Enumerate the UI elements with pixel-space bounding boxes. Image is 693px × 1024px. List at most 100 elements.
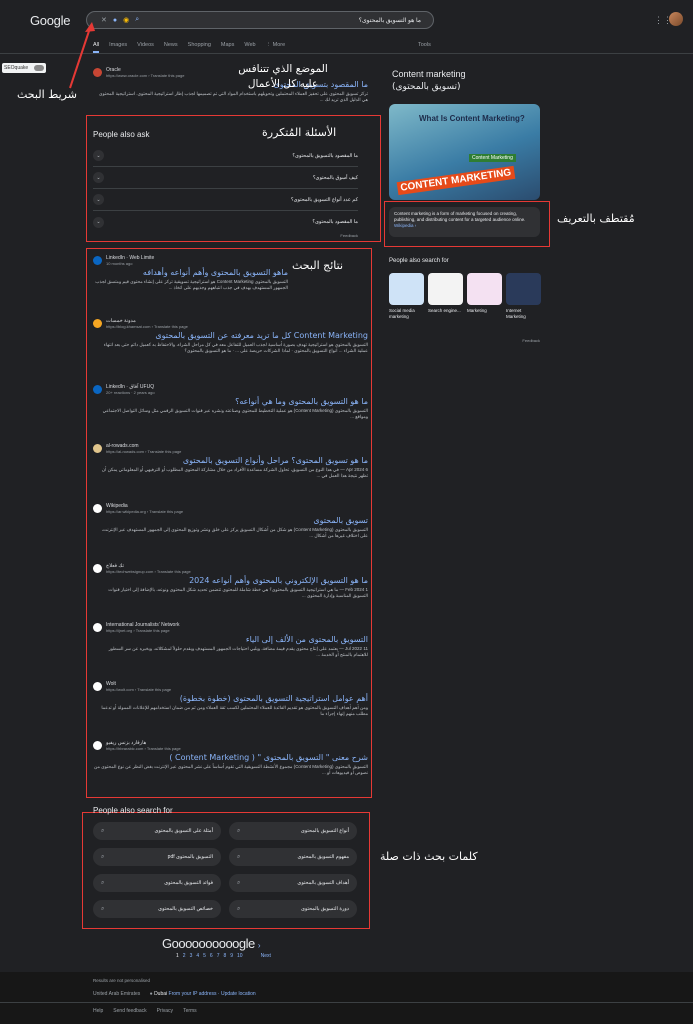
page-link[interactable]: 6 xyxy=(210,953,213,959)
pas-item[interactable]: Marketing xyxy=(467,273,502,320)
wikipedia-link[interactable]: Wikipedia › xyxy=(394,223,416,228)
paa-feedback[interactable]: Feedback xyxy=(93,233,358,238)
tab-images[interactable]: Images xyxy=(109,42,127,53)
result-url[interactable]: https://wolt.com › Translate this page xyxy=(106,687,171,692)
related-search-item[interactable]: مفهوم التسويق بالمحتوى ⌕ xyxy=(229,848,357,866)
result-title[interactable]: تسويق بالمحتوى xyxy=(93,516,368,525)
search-result: al-rowads.com https://al-rowads.com › Tra… xyxy=(93,443,368,479)
pas-item[interactable]: Internet Marketing xyxy=(506,273,541,320)
result-url[interactable]: 20+ reactions · 2 years ago xyxy=(106,390,155,395)
ijnet-favicon xyxy=(93,623,102,632)
chevron-right-icon[interactable]: › xyxy=(258,941,261,950)
tab-videos[interactable]: Videos xyxy=(137,42,154,53)
pagination-logo: Goooooooooogle › xyxy=(162,936,261,951)
related-search-item[interactable]: فوائد التسويق بالمحتوى ⌕ xyxy=(93,874,221,892)
result-url[interactable]: https://hbrarabic.com › Translate this p… xyxy=(106,746,181,751)
search-bar[interactable]: ✕ ● ◉ ⌕ ما هو التسويق بالمحتوى؟ xyxy=(86,11,434,29)
linkedin-favicon xyxy=(93,256,102,265)
page-1: 1 xyxy=(176,953,179,959)
result-url[interactable]: https://ijnet.org › Translate this page xyxy=(106,628,180,633)
result-title[interactable]: شرح معنى " التسويق بالمحتوى " ( Content … xyxy=(93,753,368,762)
result-snippet: 1 Feb 2024 — ما هي استراتيجية التسويق با… xyxy=(108,587,368,598)
chevron-down-icon[interactable]: ⌄ xyxy=(93,172,104,183)
annotation-search-bar: شريط البحث xyxy=(17,88,77,101)
related-search-item[interactable]: دورة التسويق بالمحتوى ⌕ xyxy=(229,900,357,918)
pas-item[interactable]: Search engine... xyxy=(428,273,463,320)
page-link[interactable]: 8 xyxy=(223,953,226,959)
page-link[interactable]: 2 xyxy=(183,953,186,959)
related-search-item[interactable]: أمثلة على التسويق بالمحتوى ⌕ xyxy=(93,822,221,840)
result-title[interactable]: ماهو التسويق بالمحتوى وأهم أنواعه وأهداف… xyxy=(93,268,288,277)
result-title[interactable]: التسويق بالمحتوى من الألف إلى الياء xyxy=(93,635,368,644)
chevron-down-icon[interactable]: ⌄ xyxy=(93,194,104,205)
tools-button[interactable]: Tools xyxy=(418,42,431,48)
page-link[interactable]: 4 xyxy=(196,953,199,959)
lens-icon[interactable]: ◉ xyxy=(123,16,129,24)
knowledge-panel-image[interactable]: What Is Content Marketing? Content Marke… xyxy=(389,104,540,200)
search-result: تك فعلاج https://techwebsignup.com › Tran… xyxy=(93,563,368,599)
result-snippet: التسويق بالمحتوى (Content Marketing) هو … xyxy=(102,408,368,419)
knowledge-panel-title: Content marketing (تسويق بالمحتوى) xyxy=(392,68,466,94)
help-link[interactable]: Help xyxy=(93,1008,103,1014)
seoquake-label: SEOquake xyxy=(4,65,29,71)
paa-question[interactable]: ما المقصود بالتسويق بالمحتوى؟ ⌄ xyxy=(93,145,358,167)
next-page-link[interactable]: Next xyxy=(261,953,271,959)
mic-icon[interactable]: ● xyxy=(113,17,117,24)
avatar[interactable] xyxy=(669,12,683,26)
search-result: مدونة خمسات https://blog.khamsat.com › Tr… xyxy=(93,318,368,354)
chevron-down-icon[interactable]: ⌄ xyxy=(93,150,104,161)
result-snippet: 11 Jul 2022 — يعتمد على إنتاج محتوى يقدم… xyxy=(108,646,368,657)
kp-feedback[interactable]: Feedback xyxy=(500,338,540,343)
wikipedia-favicon xyxy=(93,504,102,513)
search-icon: ⌕ xyxy=(237,879,241,886)
paa-question[interactable]: كم عدد أنواع التسويق بالمحتوى؟ ⌄ xyxy=(93,189,358,211)
chevron-down-icon[interactable]: ⌄ xyxy=(93,216,104,228)
result-snippet: التسويق بالمحتوى Content Marketing هو اس… xyxy=(95,279,288,290)
result-title[interactable]: ما هو تسويق المحتوى؟ مراحل وأنواع التسوي… xyxy=(93,456,368,465)
location-links[interactable]: From your IP address · Update location xyxy=(169,991,256,997)
kp-title-en: Content marketing xyxy=(392,69,466,79)
page-link[interactable]: 9 xyxy=(230,953,233,959)
result-url[interactable]: https://techwebsignup.com › Translate th… xyxy=(106,569,191,574)
search-icon: ⌕ xyxy=(101,879,105,886)
result-title[interactable]: Content Marketing كل ما تريد معرفته عن ا… xyxy=(93,331,368,340)
tab-more[interactable]: ⋮ More xyxy=(266,42,286,53)
result-title[interactable]: ما هو التسويق بالمحتوى وما هي أنواعه؟ xyxy=(93,397,368,406)
result-title[interactable]: ما هو التسويق الإلكتروني بالمحتوى وأهم أ… xyxy=(93,576,368,585)
tab-shopping[interactable]: Shopping xyxy=(188,42,211,53)
page-link[interactable]: 10 xyxy=(237,953,243,959)
result-url[interactable]: https://www.oracle.com › Translate this … xyxy=(106,73,184,78)
related-title: People also search for xyxy=(93,806,173,815)
paa-question[interactable]: ما المقصود بالمحتوى؟ ⌄ xyxy=(93,211,358,233)
related-search-item[interactable]: التسويق بالمحتوى pdf ⌕ xyxy=(93,848,221,866)
people-also-ask: People also ask ما المقصود بالتسويق بالم… xyxy=(93,130,358,238)
wolt-favicon xyxy=(93,682,102,691)
related-search-item[interactable]: خصائص التسويق بالمحتوى ⌕ xyxy=(93,900,221,918)
page-link[interactable]: 3 xyxy=(190,953,193,959)
close-icon[interactable]: ✕ xyxy=(101,16,107,24)
paa-question[interactable]: كيف أسوق بالمحتوى؟ ⌄ xyxy=(93,167,358,189)
related-search-item[interactable]: أهداف التسويق بالمحتوى ⌕ xyxy=(229,874,357,892)
result-url[interactable]: https://blog.khamsat.com › Translate thi… xyxy=(106,324,188,329)
page-link[interactable]: 7 xyxy=(217,953,220,959)
result-url[interactable]: https://al-rowads.com › Translate this p… xyxy=(106,449,181,454)
result-title[interactable]: أهم عوامل استراتيجية التسويق بالمحتوى (خ… xyxy=(93,694,368,703)
privacy-link[interactable]: Privacy xyxy=(157,1008,173,1014)
hbr-favicon xyxy=(93,741,102,750)
result-snippet: ومن أهم أهداف التسويق بالمحتوى هو تقديم … xyxy=(101,705,368,716)
result-url[interactable]: 10 months ago xyxy=(106,261,154,266)
kp-image-heading: What Is Content Marketing? xyxy=(419,114,525,123)
result-url[interactable]: https://ar.wikipedia.org › Translate thi… xyxy=(106,509,183,514)
tab-news[interactable]: News xyxy=(164,42,178,53)
pas-item[interactable]: Social media marketing xyxy=(389,273,424,320)
result-snippet: التسويق بالمحتوى (Content Marketing) مجم… xyxy=(94,764,368,775)
terms-link[interactable]: Terms xyxy=(183,1008,197,1014)
related-search-item[interactable]: أنواع التسويق بالمحتوى ⌕ xyxy=(229,822,357,840)
definition-text: Content marketing is a form of marketing… xyxy=(394,211,526,222)
tab-web[interactable]: Web xyxy=(244,42,255,53)
page-link[interactable]: 5 xyxy=(203,953,206,959)
tab-maps[interactable]: Maps xyxy=(221,42,234,53)
send-feedback-link[interactable]: Send feedback xyxy=(113,1008,146,1014)
search-icon: ⌕ xyxy=(237,853,241,860)
search-input[interactable]: ما هو التسويق بالمحتوى؟ xyxy=(139,17,425,24)
